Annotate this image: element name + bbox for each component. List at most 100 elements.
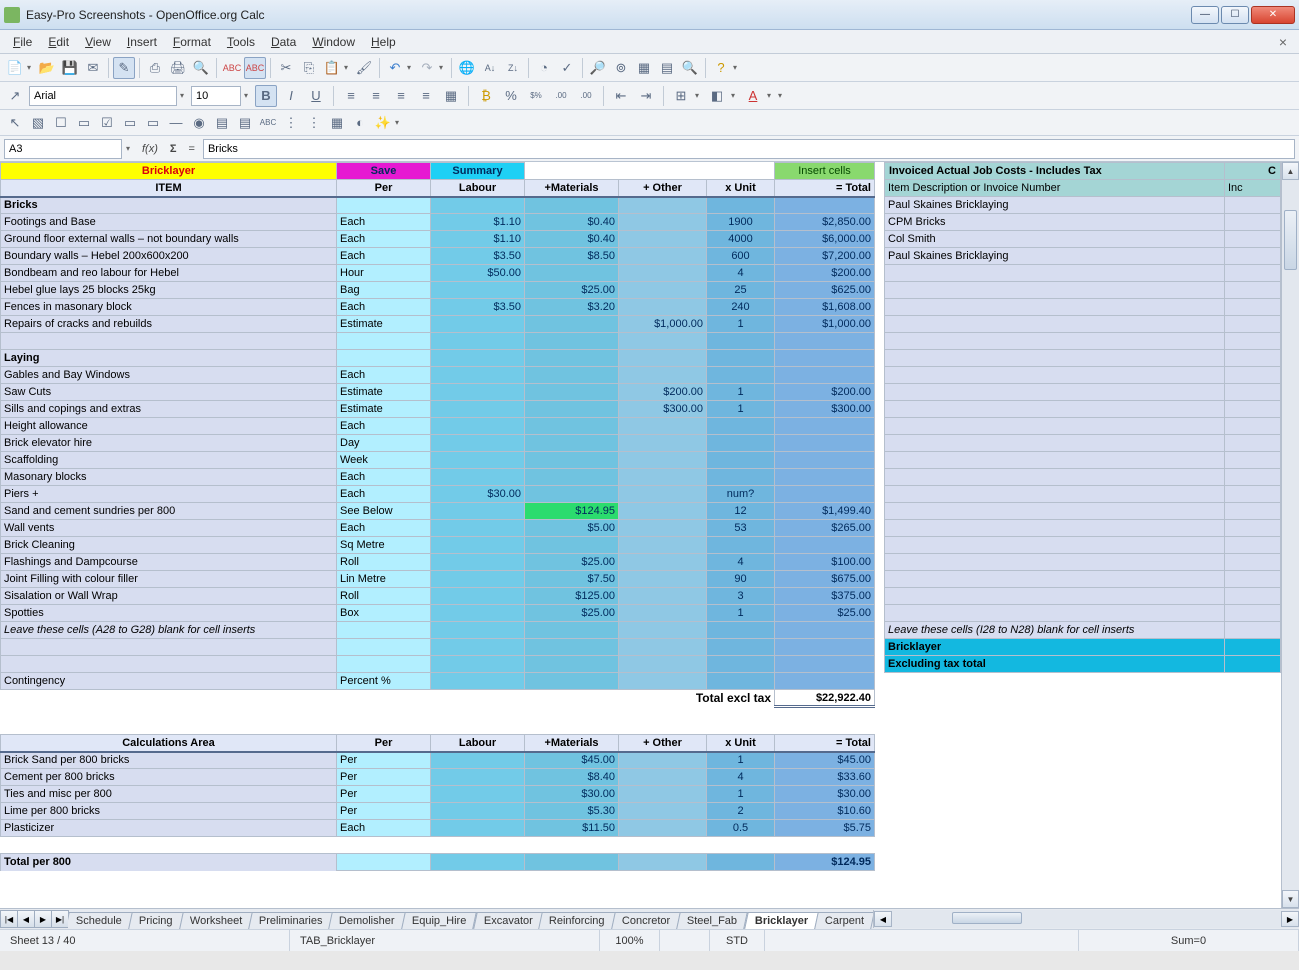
combo-icon[interactable]: ▤ [234, 112, 256, 134]
labour-cell[interactable]: $1.10 [431, 231, 525, 248]
labour-cell[interactable] [431, 588, 525, 605]
unit-cell[interactable] [707, 469, 775, 486]
other-cell[interactable] [619, 265, 707, 282]
total-cell[interactable] [775, 418, 875, 435]
menu-help[interactable]: Help [364, 33, 403, 51]
other-cell[interactable] [619, 350, 707, 367]
labour-cell[interactable] [431, 282, 525, 299]
sheet-tab-reinforcing[interactable]: Reinforcing [539, 912, 616, 929]
minimize-button[interactable]: — [1191, 6, 1219, 24]
total-cell[interactable] [775, 452, 875, 469]
per-cell[interactable] [337, 350, 431, 367]
labour-cell[interactable] [431, 452, 525, 469]
gallery-icon[interactable]: ▦ [633, 57, 655, 79]
image-ctrl-icon[interactable]: ▦ [326, 112, 348, 134]
other-cell[interactable] [619, 231, 707, 248]
maximize-button[interactable]: ☐ [1221, 6, 1249, 24]
hscroll-right-icon[interactable]: ▶ [1281, 911, 1299, 927]
equals-icon[interactable]: = [185, 143, 199, 155]
standard-format-icon[interactable]: $% [525, 85, 547, 107]
form-design-icon[interactable]: ▧ [27, 112, 49, 134]
italic-button[interactable]: I [280, 85, 302, 107]
zoom-icon[interactable]: 🔍 [679, 57, 701, 79]
item-cell[interactable]: Sand and cement sundries per 800 [1, 503, 337, 520]
align-center-icon[interactable]: ≡ [365, 85, 387, 107]
calc-item[interactable]: Ties and misc per 800 [1, 786, 337, 803]
per-cell[interactable]: Each [337, 299, 431, 316]
vertical-scrollbar[interactable]: ▲ ▼ [1281, 162, 1299, 908]
item-cell[interactable]: Spotties [1, 605, 337, 622]
other-cell[interactable] [619, 418, 707, 435]
sheet-tab-demolisher[interactable]: Demolisher [329, 912, 406, 929]
other-cell[interactable]: $300.00 [619, 401, 707, 418]
save-btn-cell[interactable]: Save [337, 163, 431, 180]
item-cell[interactable]: Fences in masonary block [1, 299, 337, 316]
unit-cell[interactable]: 240 [707, 299, 775, 316]
sheet-tab-equip_hire[interactable]: Equip_Hire [401, 912, 477, 929]
align-left-icon[interactable]: ≡ [340, 85, 362, 107]
total-cell[interactable]: $7,200.00 [775, 248, 875, 265]
menu-edit[interactable]: Edit [41, 33, 76, 51]
font-color-icon[interactable]: A [742, 85, 764, 107]
labour-cell[interactable] [431, 537, 525, 554]
sheet-tab-bricklayer[interactable]: Bricklayer [744, 912, 819, 929]
unit-cell[interactable]: 4000 [707, 231, 775, 248]
labour-cell[interactable] [431, 673, 525, 690]
item-cell[interactable]: Brick elevator hire [1, 435, 337, 452]
total-cell[interactable] [775, 367, 875, 384]
per-cell[interactable]: Bag [337, 282, 431, 299]
total-cell[interactable]: $375.00 [775, 588, 875, 605]
menu-data[interactable]: Data [264, 33, 303, 51]
labour-cell[interactable] [431, 469, 525, 486]
save-icon[interactable]: 💾 [59, 57, 81, 79]
per-cell[interactable] [337, 622, 431, 639]
labour-cell[interactable] [431, 520, 525, 537]
other-cell[interactable] [619, 486, 707, 503]
item-cell[interactable]: Hebel glue lays 25 blocks 25kg [1, 282, 337, 299]
hscroll-thumb[interactable] [952, 912, 1022, 924]
item-cell[interactable]: Leave these cells (A28 to G28) blank for… [1, 622, 337, 639]
labour-cell[interactable] [431, 367, 525, 384]
unit-cell[interactable]: 25 [707, 282, 775, 299]
per-cell[interactable]: Lin Metre [337, 571, 431, 588]
materials-cell[interactable]: $125.00 [525, 588, 619, 605]
unit-cell[interactable]: 600 [707, 248, 775, 265]
item-cell[interactable]: Saw Cuts [1, 384, 337, 401]
materials-cell[interactable] [525, 452, 619, 469]
more2-icon[interactable]: ⋮ [303, 112, 325, 134]
tab-prev-icon[interactable]: ◀ [17, 910, 35, 928]
horizontal-scrollbar[interactable]: ◀ ▶ [873, 910, 1299, 928]
scroll-up-icon[interactable]: ▲ [1282, 162, 1299, 180]
item-cell[interactable]: Piers + [1, 486, 337, 503]
invoice-item[interactable]: Paul Skaines Bricklaying [885, 197, 1225, 214]
select-icon[interactable]: ↖ [4, 112, 26, 134]
per-cell[interactable]: Sq Metre [337, 537, 431, 554]
per-cell[interactable]: Estimate [337, 401, 431, 418]
insert-cells-btn[interactable]: Insert cells [775, 163, 875, 180]
per-cell[interactable]: Each [337, 367, 431, 384]
other-cell[interactable] [619, 605, 707, 622]
close-button[interactable]: ✕ [1251, 6, 1295, 24]
materials-cell[interactable] [525, 197, 619, 214]
unit-cell[interactable] [707, 673, 775, 690]
other-cell[interactable] [619, 282, 707, 299]
open-icon[interactable]: 📂 [36, 57, 58, 79]
sheet-tab-preliminaries[interactable]: Preliminaries [248, 912, 333, 929]
labour-cell[interactable] [431, 350, 525, 367]
total-cell[interactable]: $6,000.00 [775, 231, 875, 248]
sheet-tab-schedule[interactable]: Schedule [68, 912, 133, 929]
materials-cell[interactable] [525, 537, 619, 554]
materials-cell[interactable] [525, 367, 619, 384]
materials-cell[interactable]: $0.40 [525, 231, 619, 248]
total-cell[interactable]: $200.00 [775, 384, 875, 401]
formatted-icon[interactable]: ▭ [142, 112, 164, 134]
invoice-item[interactable]: Paul Skaines Bricklaying [885, 248, 1225, 265]
per-cell[interactable]: Hour [337, 265, 431, 282]
sheet-tab-pricing[interactable]: Pricing [128, 912, 183, 929]
materials-cell[interactable]: $124.95 [525, 503, 619, 520]
materials-cell[interactable]: $3.20 [525, 299, 619, 316]
item-cell[interactable]: Laying [1, 350, 337, 367]
per-cell[interactable]: See Below [337, 503, 431, 520]
other-cell[interactable]: $200.00 [619, 384, 707, 401]
unit-cell[interactable] [707, 622, 775, 639]
